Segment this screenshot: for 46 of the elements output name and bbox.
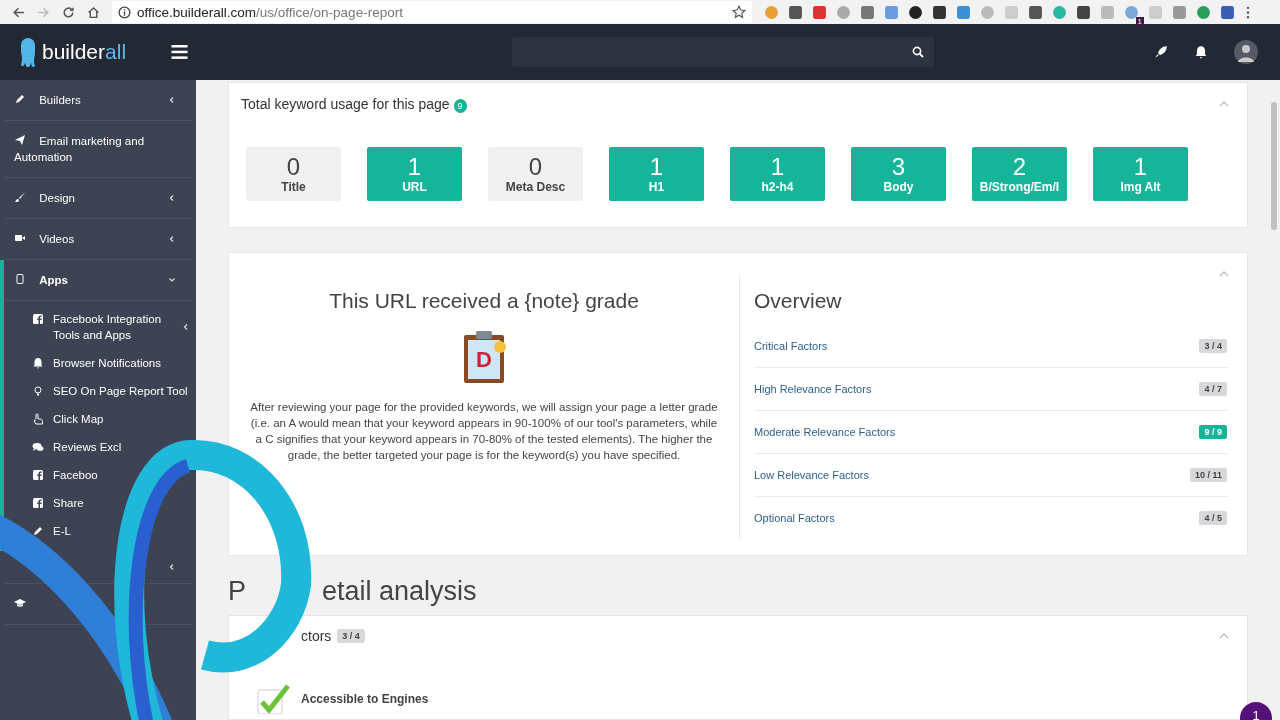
sidebar-subitem[interactable]: SEO On Page Report Tool <box>4 377 196 405</box>
factor-link[interactable]: Low Relevance Factors <box>754 469 869 481</box>
address-bar[interactable]: office.builderall.com/us/office/on-page-report <box>112 1 752 23</box>
factor-link[interactable]: Moderate Relevance Factors <box>754 426 896 438</box>
sidebar-item[interactable]: Apps <box>4 260 192 301</box>
section-heading: etail analysis <box>322 576 477 607</box>
keyword-count-tile: 1 Img Alt <box>1093 147 1188 201</box>
score-badge: 9 / 9 <box>1199 425 1227 439</box>
factor-link[interactable]: High Relevance Factors <box>754 383 872 395</box>
keyword-count-tile: 1 H1 <box>609 147 704 201</box>
sidebar-item[interactable]: Email marketing and Automation <box>4 121 192 178</box>
sidebar-item[interactable]: Design <box>4 178 192 219</box>
count-badge: 9 <box>453 99 467 113</box>
sidebar-subitem[interactable]: Facebook Integration Tools and Apps <box>4 305 196 349</box>
score-badge: 3 / 4 <box>337 629 365 643</box>
keyword-count-tile: 1 h2-h4 <box>730 147 825 201</box>
score-badge: 3 / 4 <box>1199 339 1227 353</box>
section-heading: P <box>228 576 246 607</box>
sidebar-item[interactable]: Videos <box>4 219 192 260</box>
score-badge: 4 / 7 <box>1199 382 1227 396</box>
keyword-count-tile: 2 B/Strong/Em/I <box>972 147 1067 201</box>
check-title: Accessible to Engines <box>301 692 429 706</box>
keyword-count-tile: 0 Meta Desc <box>488 147 583 201</box>
score-badge: 4 / 5 <box>1199 511 1227 525</box>
score-badge: 10 / 11 <box>1189 468 1227 482</box>
builderall-logo-text[interactable]: builderall <box>42 40 127 64</box>
sidebar-item[interactable]: Builders <box>4 80 192 121</box>
sidebar-subitem[interactable]: Reviews Excl <box>4 433 196 461</box>
url-text: office.builderall.com/us/office/on-page-report <box>137 4 403 20</box>
keyword-count-tile: 1 URL <box>367 147 462 201</box>
card-title: Total keyword usage for this page <box>241 96 450 112</box>
grade-heading: This URL received a {note} grade <box>329 289 639 313</box>
card-title: ctors <box>301 628 332 644</box>
extension-badge: 1 <box>1135 16 1144 27</box>
keyword-count-tile: 3 Body <box>851 147 946 201</box>
sidebar-subitem[interactable]: Browser Notifications <box>4 349 196 377</box>
overview-heading: Overview <box>754 289 842 313</box>
sidebar-subitem[interactable]: Share <box>4 489 196 517</box>
grade-description: After reviewing your page for the provided keywords, we will assign your page a letter grade (i.e. an A would mean that your keyword appears in 90-100% of our tool's parameters, while a C signifies that your keyword appears in 70-80% of the tested elements). The higher the grade, the better targeted your page is for the keyword(s) you have specified. <box>249 400 719 463</box>
keyword-count-tile: 0 Title <box>246 147 341 201</box>
sidebar-subitem[interactable]: E-L <box>4 517 196 545</box>
sidebar-subitem[interactable]: Faceboo <box>4 461 196 489</box>
factor-link[interactable]: Optional Factors <box>754 512 835 524</box>
grade-letter: D <box>476 347 492 373</box>
factor-link[interactable]: Critical Factors <box>754 340 828 352</box>
sidebar-subitem[interactable]: Click Map <box>4 405 196 433</box>
